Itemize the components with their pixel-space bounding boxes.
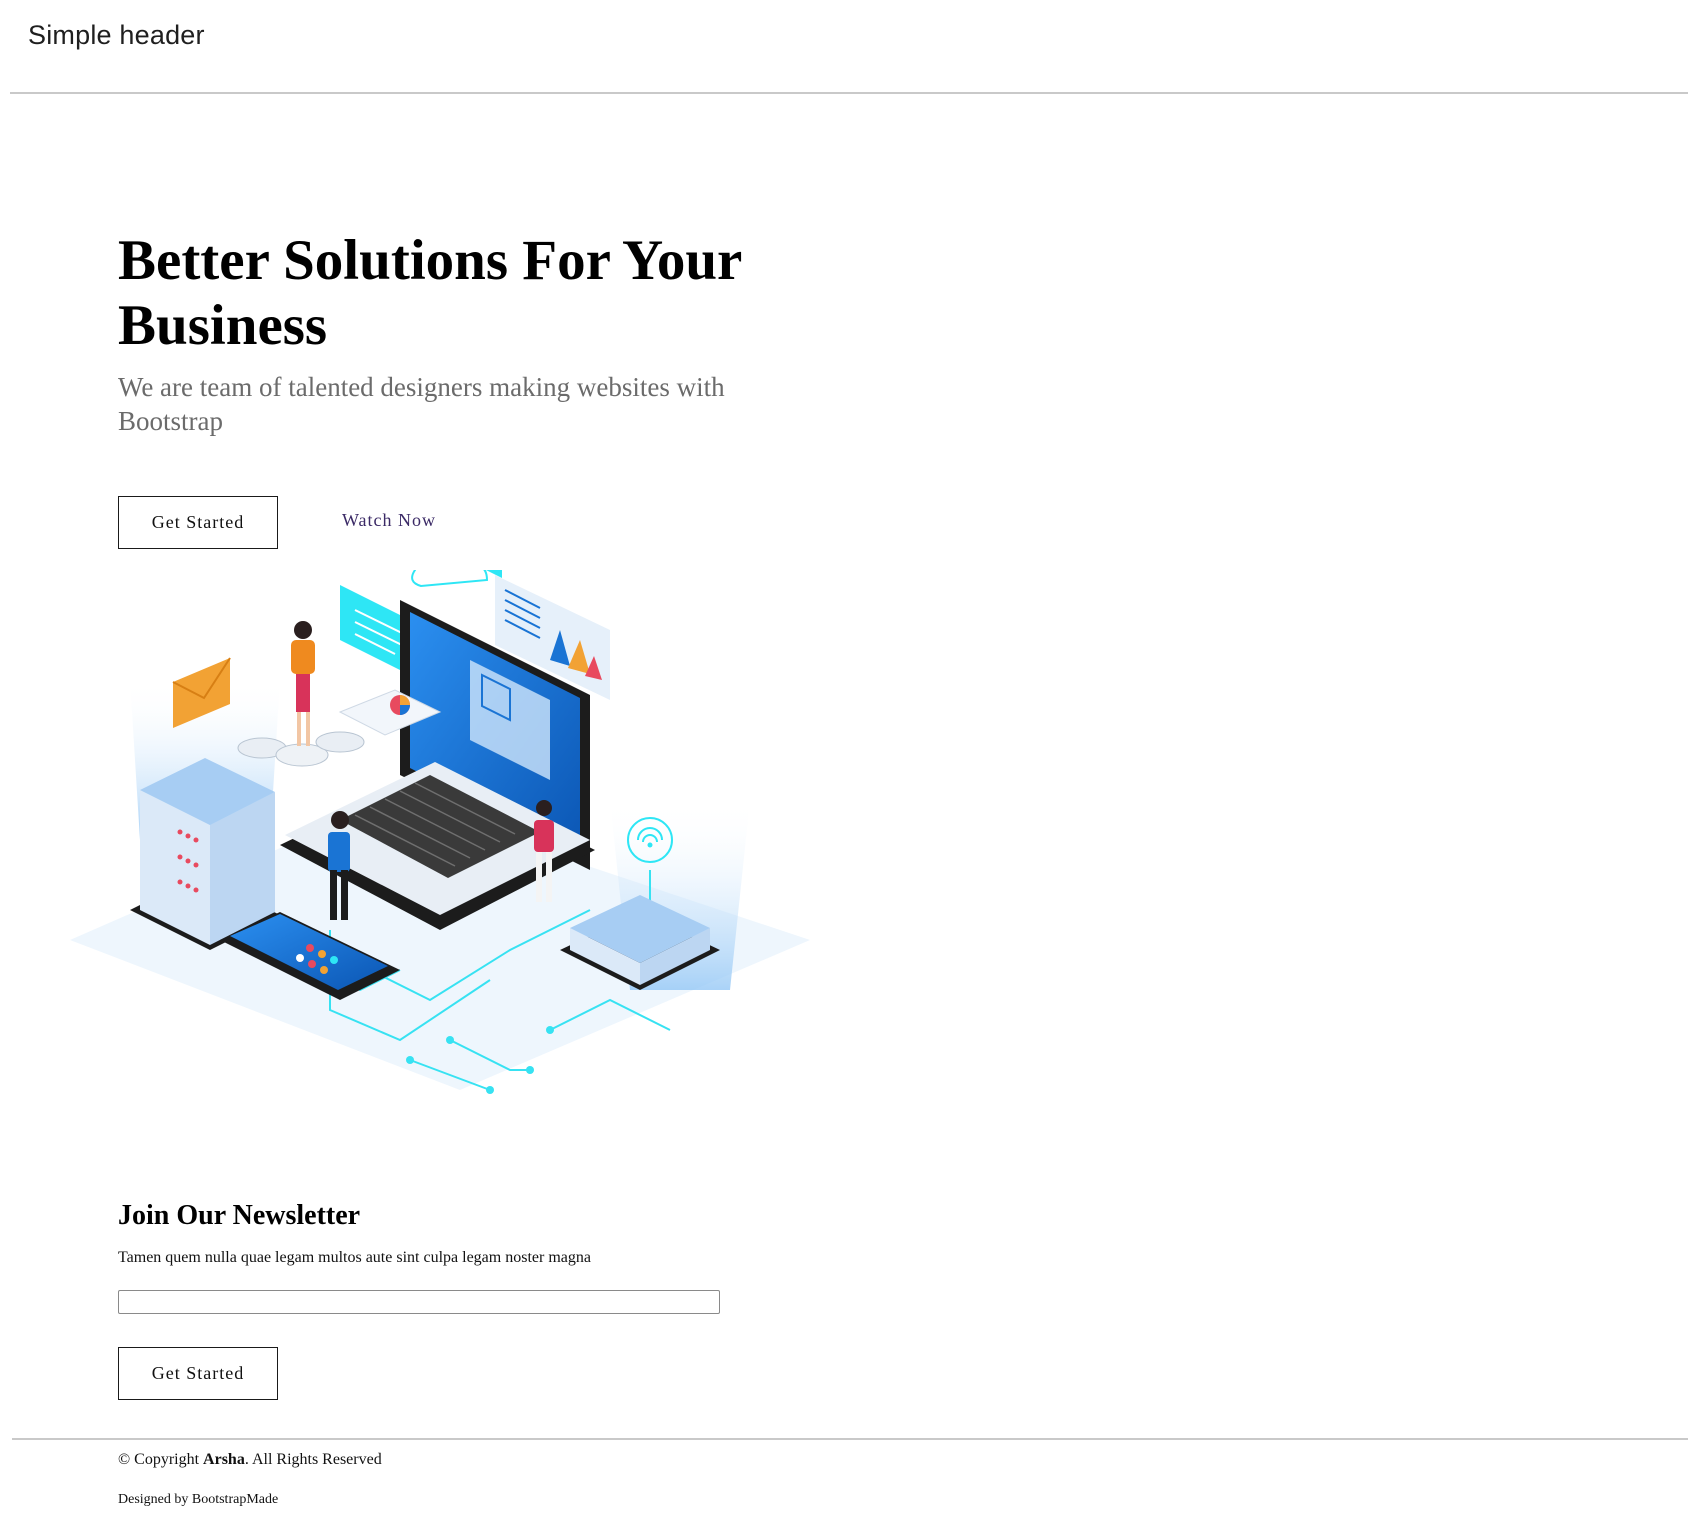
copyright: © Copyright Arsha. All Rights Reserved [118,1451,382,1469]
site-header: Simple header [0,0,1688,94]
page: Simple header Better Solutions For Your … [0,0,1688,1519]
newsletter-submit-button[interactable]: Get Started [118,1347,278,1400]
newsletter-description: Tamen quem nulla quae legam multos aute … [118,1249,591,1266]
isometric-tech-illustration-icon [70,570,810,1094]
hero-subtitle: We are team of talented designers making… [118,372,725,436]
get-started-button[interactable]: Get Started [118,496,278,549]
site-title: Simple header [28,20,205,50]
header-divider [10,92,1688,94]
newsletter-title: Join Our Newsletter [118,1200,361,1231]
watch-now-link[interactable]: Watch Now [342,510,436,531]
hero-title: Better Solutions For Your Business [118,229,742,357]
footer-divider [12,1438,1688,1440]
newsletter-email-input[interactable] [118,1290,720,1314]
copyright-prefix: © Copyright [118,1451,204,1468]
brand-name: Arsha [203,1451,245,1468]
credits: Designed by BootstrapMade [118,1492,279,1507]
copyright-suffix: . All Rights Reserved [244,1451,382,1468]
